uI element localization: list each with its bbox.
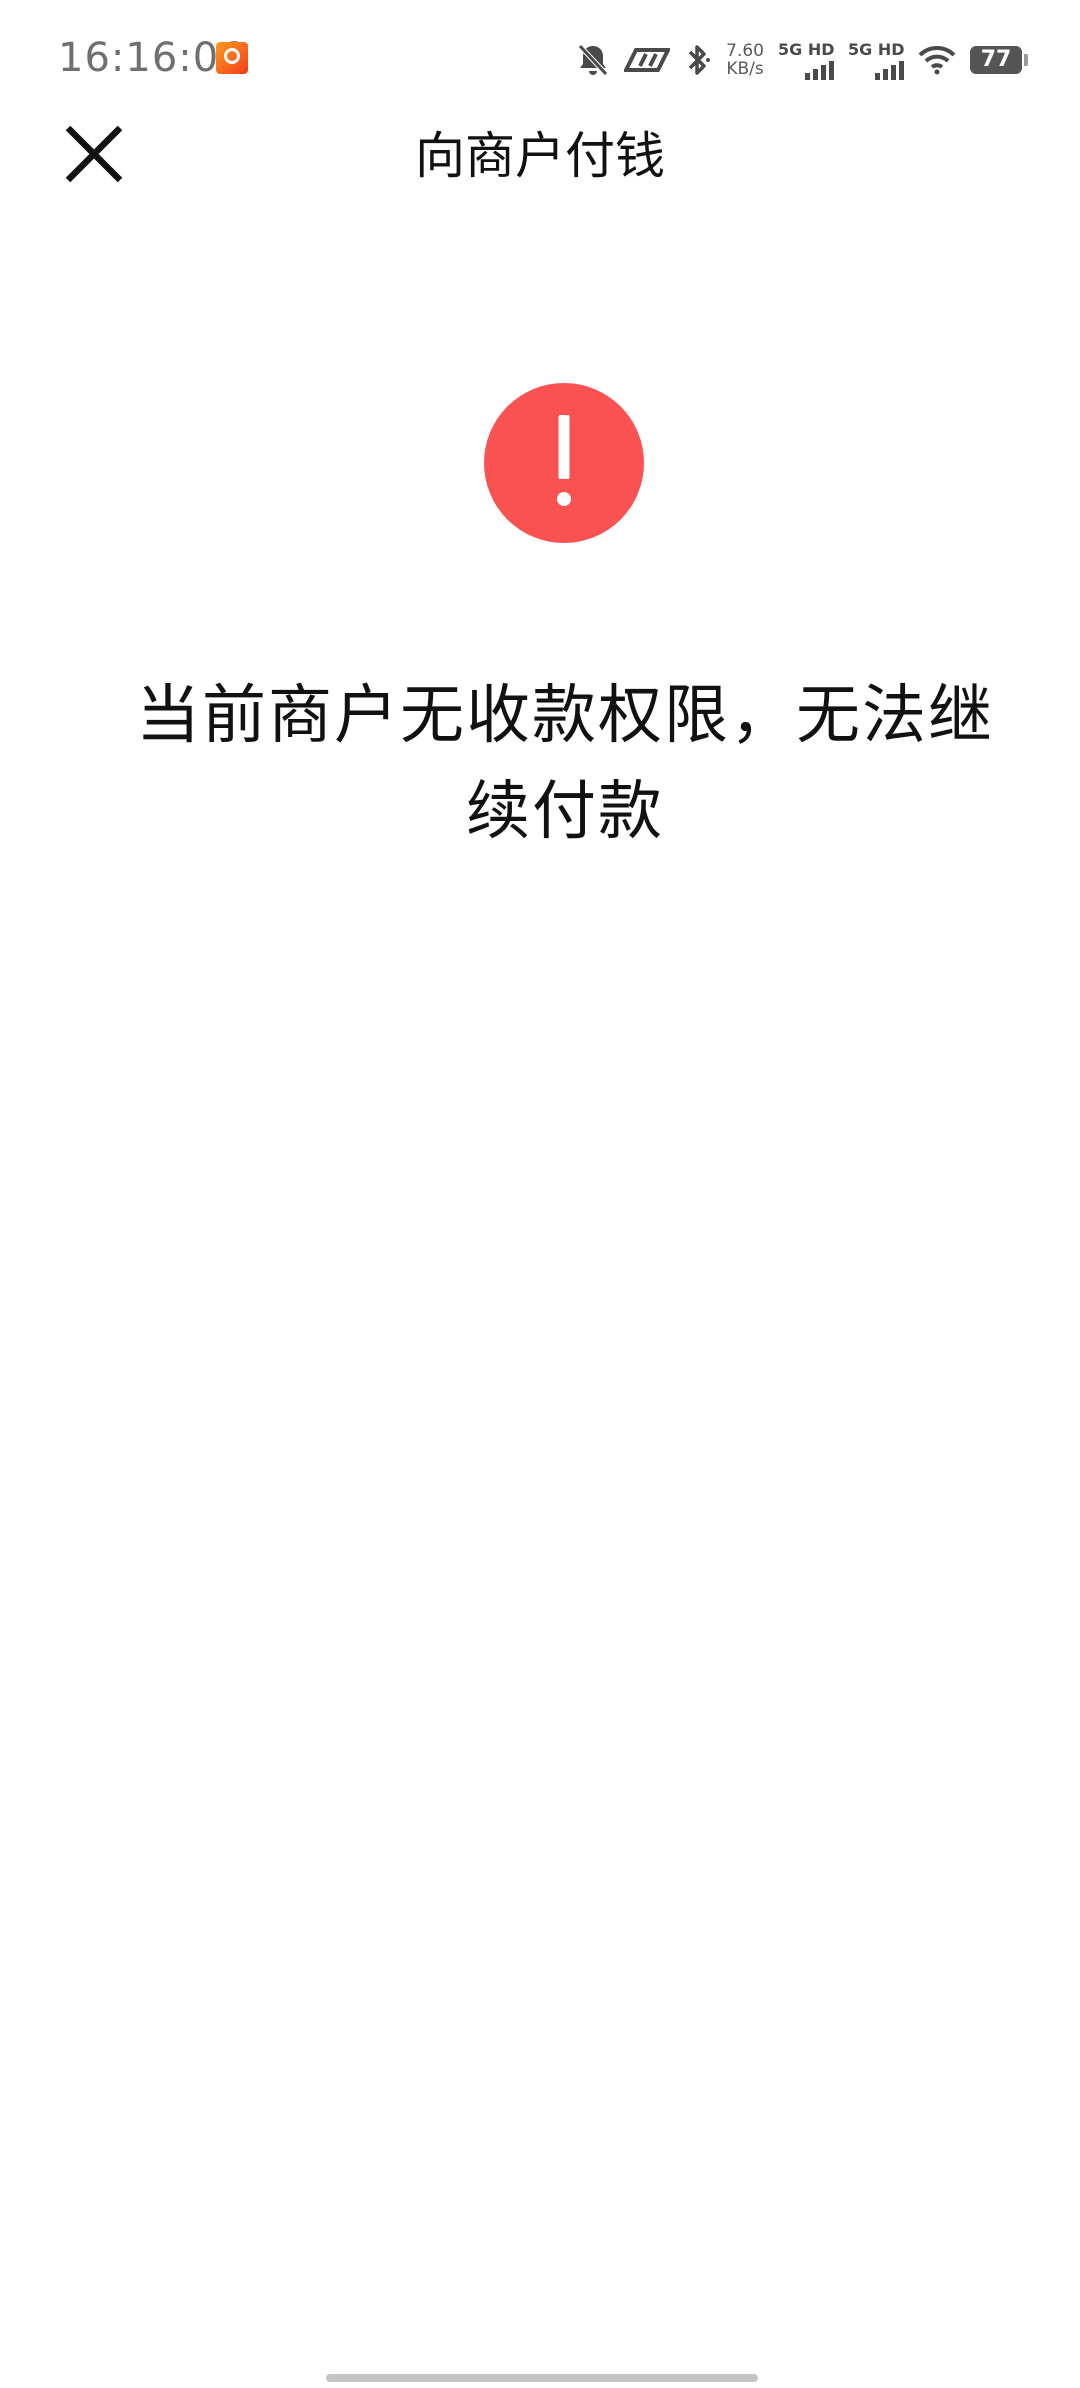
status-icons: 7.60 KB/s 5G HD 5G HD 77 <box>576 32 1028 88</box>
network-speed: 7.60 KB/s <box>726 42 764 78</box>
page-title: 向商户付钱 <box>415 127 665 185</box>
battery-icon: 77 <box>970 46 1028 74</box>
bluetooth-icon <box>684 42 712 78</box>
network-speed-unit: KB/s <box>726 59 764 79</box>
exclamation-icon <box>484 383 644 543</box>
nfc-icon <box>624 46 671 74</box>
signal-icon: 5G HD <box>848 40 905 80</box>
sim2-label: 5G HD <box>848 40 905 59</box>
app-notification-icon <box>216 42 248 74</box>
battery-level: 77 <box>980 47 1012 72</box>
error-message: 当前商户无收款权限，无法继续付款 <box>136 679 994 849</box>
network-speed-value: 7.60 <box>726 41 764 61</box>
home-indicator[interactable] <box>326 2374 758 2382</box>
mute-icon <box>576 42 610 78</box>
status-bar: 16:16:06 7.60 KB/s 5G HD 5G HD 77 <box>0 0 1080 120</box>
sim1-label: 5G HD <box>778 40 835 59</box>
wifi-icon <box>918 45 956 75</box>
signal-icon: 5G HD <box>778 40 835 80</box>
